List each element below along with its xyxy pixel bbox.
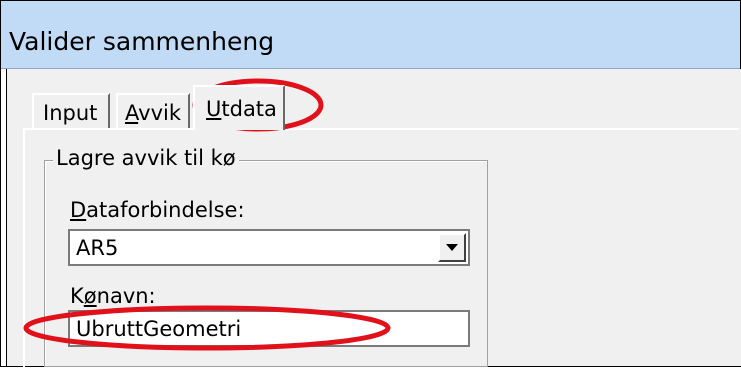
tab-utdata-label: Utdata <box>206 97 277 121</box>
annotation-ellipse-konavn <box>23 305 391 351</box>
tab-utdata[interactable]: Utdata <box>193 85 285 130</box>
annotation-overlay <box>23 78 391 351</box>
tab-utdata-label-rest: tdata <box>221 97 277 121</box>
tab-utdata-mnemonic: U <box>206 97 222 121</box>
